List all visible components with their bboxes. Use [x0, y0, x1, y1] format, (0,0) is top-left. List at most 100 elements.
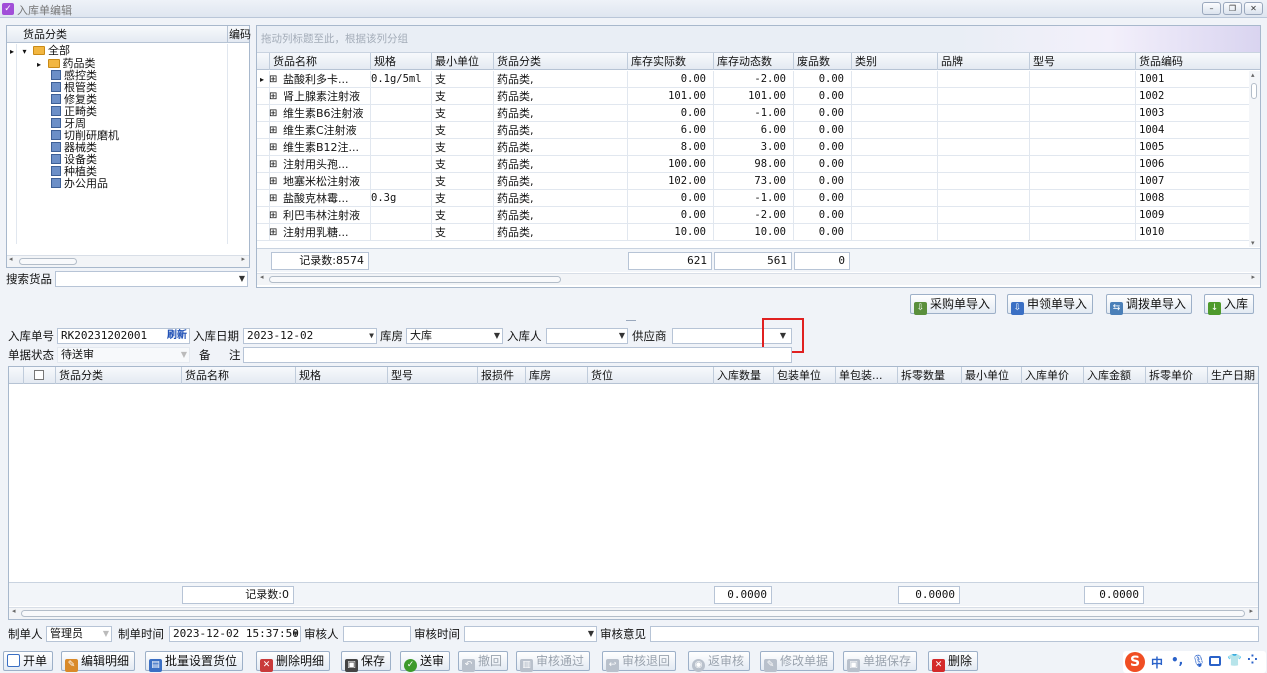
expand-row-icon[interactable]: ⊞ [269, 88, 277, 105]
ime-punct[interactable]: •, [1171, 653, 1183, 667]
opinion-field[interactable] [650, 626, 1259, 642]
col-d-warehouse[interactable]: 库房 [529, 367, 551, 384]
expand-row-icon[interactable]: ⊞ [269, 139, 277, 156]
chevron-down-icon[interactable]: ▼ [239, 272, 245, 286]
goods-row[interactable]: ⊞ 维生素C注射液 支 药品类, 6.00 6.00 0.00 1004 [257, 122, 1249, 139]
ime-lang[interactable]: 中 [1151, 654, 1163, 671]
chevron-down-icon[interactable]: ▼ [369, 329, 374, 343]
expand-row-icon[interactable]: ⊞ [269, 190, 277, 207]
remark-field[interactable] [243, 347, 792, 363]
batch-location-button[interactable]: ▤ 批量设置货位 [145, 651, 244, 672]
col-d-model[interactable]: 型号 [391, 367, 413, 384]
goods-row[interactable]: ⊞ 盐酸克林霉... 0.3g 支 药品类, 0.00 -1.00 0.00 1008 [257, 190, 1249, 207]
expand-row-icon[interactable]: ⊞ [269, 156, 277, 173]
microphone-icon[interactable]: 🎙 [1191, 654, 1206, 668]
warehouse-field[interactable]: 大库 ▼ [406, 328, 503, 344]
person-field[interactable]: ▼ [546, 328, 628, 344]
chevron-down-icon[interactable]: ▼ [293, 627, 298, 641]
reject-button[interactable]: ↩ 审核退回 [602, 651, 677, 672]
col-d-prod-date[interactable]: 生产日期 [1211, 367, 1255, 384]
request-import-button[interactable]: ⇩ 申领单导入 [1007, 294, 1094, 315]
goods-row[interactable]: ⊞ 地塞米松注射液 支 药品类, 102.00 73.00 0.00 1007 [257, 173, 1249, 190]
expand-row-icon[interactable]: ⊞ [269, 173, 277, 190]
search-input[interactable]: ▼ [55, 271, 248, 287]
goods-row[interactable]: ⊞ 利巴韦林注射液 支 药品类, 0.00 -2.00 0.00 1009 [257, 207, 1249, 224]
expand-row-icon[interactable]: ⊞ [269, 71, 277, 88]
chevron-down-icon[interactable]: ▼ [494, 329, 500, 343]
detail-hscrollbar[interactable]: ◂ ▸ [9, 607, 1258, 619]
col-d-split-price[interactable]: 拆零单价 [1149, 367, 1193, 384]
col-d-location[interactable]: 货位 [591, 367, 613, 384]
col-d-pack-unit[interactable]: 包装单位 [777, 367, 821, 384]
tree-header-category[interactable]: 货品分类 [23, 26, 67, 43]
new-order-button[interactable]: 开单 [3, 651, 54, 671]
shirt-icon[interactable]: 👕 [1227, 653, 1242, 667]
expand-icon[interactable]: ▸ [37, 60, 41, 69]
expand-row-icon[interactable]: ⊞ [269, 105, 277, 122]
keyboard-icon[interactable] [1209, 656, 1221, 666]
delete-button[interactable]: ✕ 删除 [928, 651, 979, 672]
col-brand[interactable]: 品牌 [941, 53, 963, 70]
chevron-down-icon[interactable]: ▼ [619, 329, 625, 343]
goods-row[interactable]: ⊞ 注射用乳糖... 支 药品类, 10.00 10.00 0.00 1010 [257, 224, 1249, 241]
close-button[interactable]: ✕ [1244, 2, 1263, 15]
col-goods-name[interactable]: 货品名称 [273, 53, 317, 70]
col-d-damage[interactable]: 报损件 [481, 367, 514, 384]
goods-row[interactable]: ⊞ 注射用头孢... 支 药品类, 100.00 98.00 0.00 1006 [257, 156, 1249, 173]
col-d-min-unit[interactable]: 最小单位 [965, 367, 1009, 384]
withdraw-button[interactable]: ↶ 撤回 [458, 651, 509, 672]
approve-button[interactable]: ▥ 审核通过 [516, 651, 591, 672]
tree-header-code[interactable]: 编码 [229, 26, 251, 43]
tree-hscrollbar[interactable]: ◂ ▸ [7, 255, 249, 267]
splitter-handle[interactable] [626, 320, 636, 322]
unapprove-button[interactable]: ◉ 返审核 [688, 651, 751, 672]
col-goods-code[interactable]: 货品编码 [1139, 53, 1183, 70]
goods-vscrollbar[interactable]: ▴ ▾ [1249, 71, 1260, 247]
collapse-icon[interactable]: ▾ [23, 47, 27, 56]
delete-detail-button[interactable]: ✕ 删除明细 [256, 651, 331, 672]
modify-doc-button[interactable]: ✎ 修改单据 [760, 651, 835, 672]
submit-audit-button[interactable]: ✓ 送审 [400, 651, 451, 672]
doc-save-button[interactable]: ▣ 单据保存 [843, 651, 918, 672]
col-d-name[interactable]: 货品名称 [185, 367, 229, 384]
col-d-per-pack[interactable]: 单包装... [839, 367, 883, 384]
transfer-import-button[interactable]: ⇆ 调拨单导入 [1106, 294, 1193, 315]
col-d-category[interactable]: 货品分类 [59, 367, 103, 384]
purchase-import-button[interactable]: ⇩ 采购单导入 [910, 294, 997, 315]
expand-row-icon[interactable]: ⊞ [269, 207, 277, 224]
ime-toolbar[interactable]: S 中 •, 🎙 👕 ⁘ [1123, 651, 1266, 673]
goods-hscrollbar[interactable]: ◂ ▸ [257, 273, 1260, 285]
col-model[interactable]: 型号 [1033, 53, 1055, 70]
tree-node-all[interactable]: ▸ ▾ 全部 [10, 45, 70, 57]
chevron-down-icon[interactable]: ▼ [588, 627, 594, 641]
goods-row[interactable]: ⊞ 维生素B6注射液 支 药品类, 0.00 -1.00 0.00 1003 [257, 105, 1249, 122]
edit-detail-button[interactable]: ✎ 编辑明细 [61, 651, 136, 672]
audit-time-field[interactable]: ▼ [464, 626, 597, 642]
make-time-field[interactable]: 2023-12-02 15:37:50 ▼ [169, 626, 301, 642]
expand-row-icon[interactable]: ⊞ [269, 122, 277, 139]
col-d-split-qty[interactable]: 拆零数量 [901, 367, 945, 384]
col-category[interactable]: 货品分类 [497, 53, 541, 70]
goods-row[interactable]: ⊞ 肾上腺素注射液 支 药品类, 101.00 101.00 0.00 1002 [257, 88, 1249, 105]
col-spec[interactable]: 规格 [374, 53, 396, 70]
restore-button[interactable]: ❐ [1223, 2, 1242, 15]
select-all-checkbox[interactable] [34, 370, 44, 380]
apps-grid-icon[interactable]: ⁘ [1247, 653, 1258, 668]
order-no-field[interactable]: RK20231202001 刷新 [57, 328, 190, 344]
refresh-link[interactable]: 刷新 [167, 329, 187, 343]
col-min-unit[interactable]: 最小单位 [435, 53, 479, 70]
col-d-qty[interactable]: 入库数量 [717, 367, 761, 384]
goods-row[interactable]: ▸ ⊞ 盐酸利多卡... 0.1g/5ml 支 药品类, 0.00 -2.00 0.00 100… [257, 71, 1249, 88]
date-field[interactable]: 2023-12-02 ▼ [243, 328, 377, 344]
tree-node-office[interactable]: 办公用品 [51, 178, 108, 190]
col-stock-dynamic[interactable]: 库存动态数 [717, 53, 772, 70]
group-by-area[interactable]: 拖动列标题至此，根据该列分组 [257, 26, 1260, 53]
col-waste[interactable]: 废品数 [797, 53, 830, 70]
goods-row[interactable]: ⊞ 维生素B12注... 支 药品类, 8.00 3.00 0.00 1005 [257, 139, 1249, 156]
save-button[interactable]: ▣ 保存 [341, 651, 392, 672]
col-d-unit-price[interactable]: 入库单价 [1025, 367, 1069, 384]
minimize-button[interactable]: – [1202, 2, 1221, 15]
stock-in-button[interactable]: ↓ 入库 [1204, 294, 1255, 315]
expand-row-icon[interactable]: ⊞ [269, 224, 277, 241]
col-d-spec[interactable]: 规格 [299, 367, 321, 384]
